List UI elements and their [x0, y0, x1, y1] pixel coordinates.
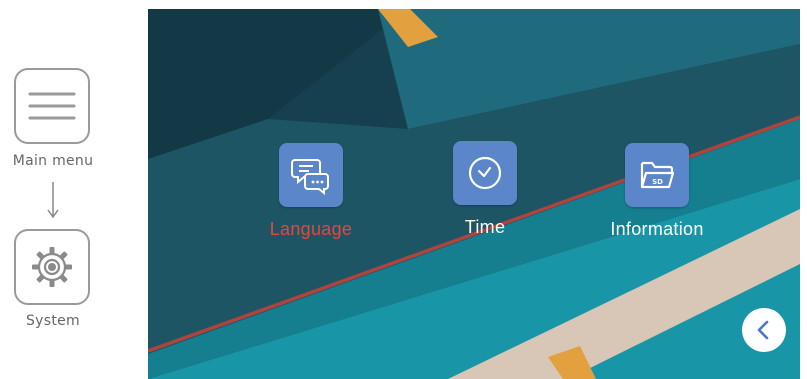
system-label: System: [25, 313, 80, 329]
time-label: Time: [464, 217, 506, 237]
gear-icon: [32, 247, 72, 287]
language-tile[interactable]: [279, 143, 343, 207]
hamburger-menu-icon: [28, 92, 76, 120]
time-item[interactable]: Time: [410, 141, 560, 238]
information-tile[interactable]: SD: [625, 143, 689, 207]
guide-panel: Main menu System: [0, 0, 148, 379]
device-screen: Language Time SD Information: [148, 9, 800, 379]
information-item[interactable]: SD Information: [582, 143, 732, 240]
back-button[interactable]: [742, 308, 786, 352]
chevron-left-icon: [757, 320, 769, 340]
language-item[interactable]: Language: [236, 143, 386, 240]
information-label: Information: [610, 219, 704, 239]
language-label: Language: [269, 219, 353, 239]
chat-bubbles-icon: [291, 159, 329, 195]
svg-text:SD: SD: [652, 178, 663, 186]
arrow-down-icon: [47, 182, 59, 219]
main-menu-label: Main menu: [12, 153, 94, 169]
time-tile[interactable]: [453, 141, 517, 205]
system-button[interactable]: [14, 229, 90, 305]
sd-folder-icon: SD: [640, 161, 675, 189]
clock-icon: [468, 156, 502, 190]
main-menu-button[interactable]: [14, 68, 90, 144]
